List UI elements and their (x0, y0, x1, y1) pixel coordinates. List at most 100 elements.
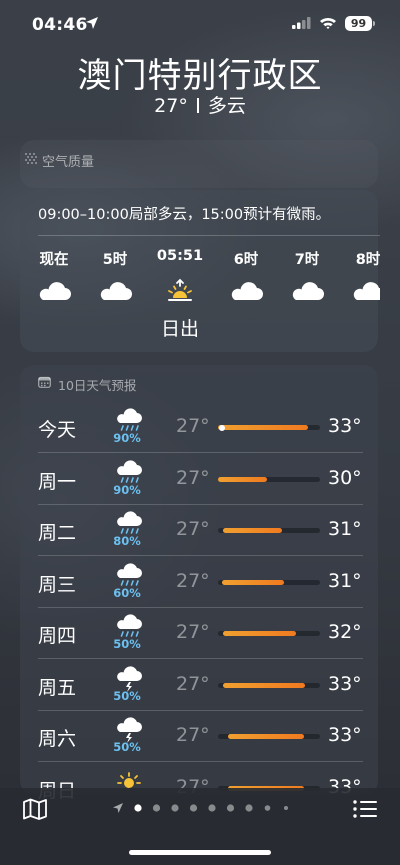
city-name: 澳门特别行政区 (77, 56, 323, 96)
sunrise-icon (168, 278, 192, 301)
list-icon[interactable] (352, 797, 378, 821)
low-temperature: 27° (176, 672, 210, 695)
temperature-range-track (218, 424, 320, 431)
page-dot[interactable] (226, 804, 235, 812)
daily-forecast-row[interactable]: 周一 90% 27° 30° (38, 454, 363, 505)
map-icon[interactable] (22, 797, 48, 821)
low-temperature: 27° (176, 569, 210, 592)
summary-separator (196, 98, 199, 113)
low-temperature: 27° (176, 518, 210, 540)
hour-label: 现在 (39, 252, 69, 268)
low-temperature: 27° (176, 466, 210, 489)
current-summary: 27° 多云 (0, 91, 400, 118)
precip-chance: 50% (113, 740, 141, 754)
high-temperature: 33° (328, 724, 362, 746)
daily-forecast-row[interactable]: 周二 80% 27° 31° (38, 505, 363, 556)
high-temperature: 33° (328, 415, 362, 437)
low-temperature: 27° (176, 415, 210, 437)
day-label: 今天 (38, 419, 77, 441)
temperature-range-bar (218, 425, 308, 430)
high-temperature: 33° (328, 672, 362, 695)
daily-forecast-row[interactable]: 周四 50% 27° 32° (38, 608, 363, 659)
sunrise-time: 05:51 (156, 248, 204, 264)
cloud-icon (39, 282, 71, 300)
status-bar: 04:46 99 (0, 0, 400, 52)
daily-forecast-row[interactable]: 周六 50% 27° 33° (38, 711, 363, 762)
rain-icon (117, 511, 142, 534)
hour-label: 8时 (355, 252, 380, 268)
high-temperature: 31° (328, 569, 362, 592)
temperature-range-track (218, 579, 320, 585)
cloud-icon (292, 282, 324, 300)
temperature-range-track (218, 682, 320, 688)
day-label: 周三 (38, 573, 77, 596)
daily-forecast-row[interactable]: 周三 60% 27° 31° (38, 557, 363, 608)
wifi-icon (320, 17, 336, 29)
sunrise-caption: 日出 (160, 318, 199, 340)
precip-chance: 80% (113, 534, 141, 548)
rain-icon (117, 459, 142, 483)
rain-icon (117, 408, 142, 431)
battery-tip (373, 21, 375, 26)
hourly-summary-text: 09:00–10:00局部多云，15:00预计有微雨。 (38, 207, 331, 223)
hour-label: 5时 (102, 252, 128, 268)
precip-chance: 60% (113, 585, 141, 600)
ten-day-title: 10日天气预报 (58, 378, 137, 393)
precip-chance: 50% (113, 637, 141, 651)
cloud-icon (231, 282, 263, 300)
page-dot[interactable] (152, 804, 161, 812)
temperature-range-track (218, 528, 320, 533)
day-label: 周六 (38, 728, 77, 750)
page-dot[interactable] (264, 805, 271, 811)
calendar-icon (38, 376, 51, 388)
page-indicator[interactable] (110, 801, 290, 815)
temperature-range-bar (223, 528, 283, 533)
temperature-range-track (218, 476, 320, 482)
rain-icon (117, 562, 142, 586)
page-dot[interactable] (284, 806, 288, 810)
cloud-icon (353, 282, 380, 300)
high-temperature: 31° (328, 518, 362, 540)
location-arrow-icon (86, 17, 98, 29)
temperature-range-track (218, 734, 320, 739)
current-location-page-icon[interactable] (113, 803, 123, 813)
hourly-item: 8时 (340, 240, 380, 320)
hourly-divider (38, 235, 380, 236)
rain-icon (117, 614, 142, 637)
air-quality-icon (25, 153, 37, 164)
temperature-range-bar (222, 579, 285, 585)
page-dot[interactable] (171, 804, 179, 812)
home-indicator (129, 850, 271, 855)
battery-indicator: 99 (345, 16, 372, 31)
page-dot[interactable] (189, 804, 198, 812)
temperature-range-bar (228, 734, 304, 739)
low-temperature: 27° (176, 621, 210, 643)
page-dot[interactable] (208, 804, 216, 812)
air-quality-title: 空气质量 (42, 155, 95, 170)
temperature-range-bar (223, 631, 296, 636)
daily-forecast-row[interactable]: 今天 90% 27° 33° (38, 402, 363, 453)
day-label: 周一 (38, 470, 77, 493)
current-temperature: 27° (154, 95, 188, 117)
temperature-range-bar (223, 682, 305, 688)
temperature-range-track (218, 631, 320, 636)
status-time: 04:46 (32, 15, 88, 35)
day-label: 周四 (38, 625, 77, 647)
current-temperature-marker (219, 424, 225, 431)
page-dot[interactable] (134, 804, 142, 812)
high-temperature: 30° (328, 466, 362, 489)
thunderstorm-icon (117, 717, 142, 743)
thunderstorm-icon (117, 665, 142, 692)
low-temperature: 27° (176, 724, 210, 746)
high-temperature: 32° (328, 621, 362, 643)
cloud-icon (100, 282, 132, 300)
precip-chance: 90% (113, 431, 141, 445)
hour-label: 7时 (294, 252, 320, 268)
precip-chance: 50% (113, 688, 141, 703)
page-dot[interactable] (245, 804, 253, 812)
hour-label: 6时 (233, 252, 259, 268)
day-label: 周五 (38, 676, 77, 699)
daily-forecast-row[interactable]: 周五 50% 27° 33° (38, 660, 363, 711)
day-label: 周二 (38, 522, 77, 544)
precip-chance: 90% (113, 482, 141, 497)
